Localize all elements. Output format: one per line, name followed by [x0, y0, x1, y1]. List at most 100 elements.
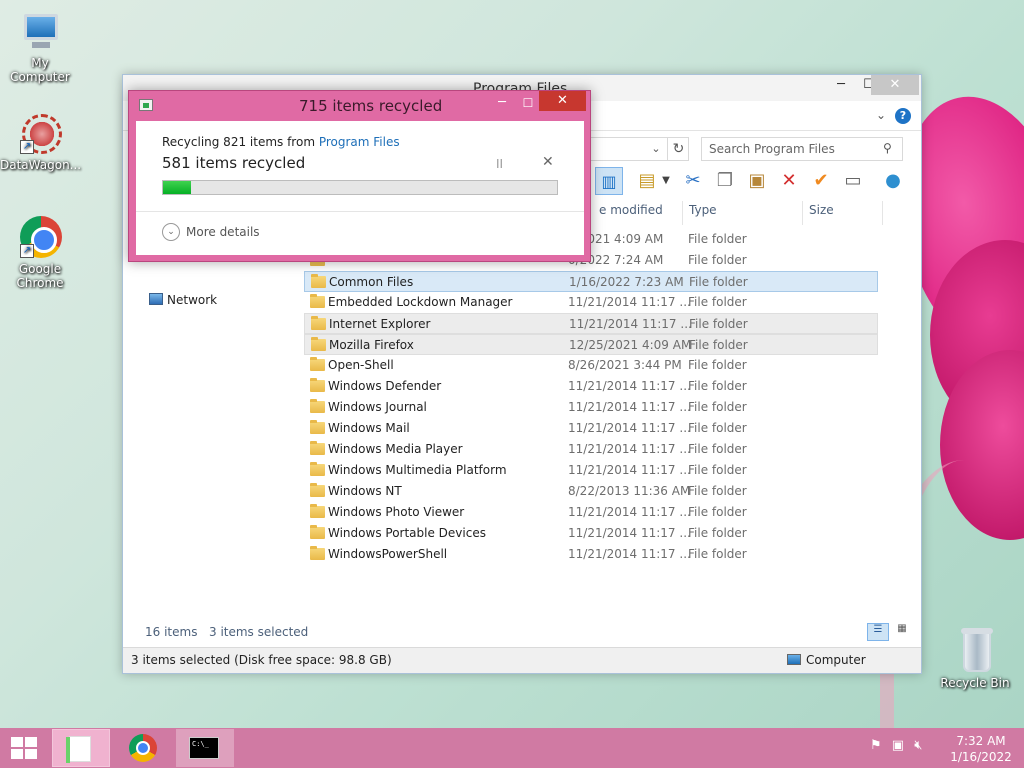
table-row[interactable]: Windows Portable Devices 11/21/2014 11:17… — [304, 523, 878, 544]
file-name: Internet Explorer — [329, 317, 431, 331]
table-row[interactable]: Windows Defender 11/21/2014 11:17 ... File… — [304, 376, 878, 397]
desktop-icon-recycle-bin[interactable]: Recycle Bin — [935, 628, 1015, 690]
action-center-flag-icon[interactable]: ⚑ — [870, 738, 882, 753]
chevron-down-icon[interactable]: ▼ — [659, 167, 673, 195]
more-details-button[interactable]: More details — [186, 225, 260, 239]
file-date: 11/21/2014 11:17 ... — [568, 463, 691, 477]
file-type: File folder — [689, 275, 748, 289]
column-header-type[interactable]: Type — [683, 201, 803, 225]
rename-icon[interactable]: ▭ — [839, 167, 867, 195]
properties-icon[interactable]: ▤ — [633, 167, 661, 195]
folder-icon — [310, 483, 325, 497]
folder-icon — [310, 357, 325, 371]
folder-icon — [310, 462, 325, 476]
search-input[interactable]: Search Program Files — [701, 137, 903, 161]
cut-icon[interactable]: ✂ — [679, 167, 707, 195]
minimize-button[interactable]: ─ — [827, 75, 855, 95]
pause-button[interactable]: II — [496, 157, 503, 171]
search-icon[interactable]: ⚲ — [883, 141, 892, 155]
folder-icon — [310, 399, 325, 413]
table-row[interactable]: Open-Shell 8/26/2021 3:44 PM File folder — [304, 355, 878, 376]
dialog-maximize-button[interactable]: ☐ — [515, 93, 541, 113]
dialog-description: Recycling 821 items from Program Files — [162, 135, 400, 149]
clock[interactable]: 7:32 AM 1/16/2022 — [946, 733, 1016, 765]
file-type: File folder — [688, 400, 747, 414]
folder-icon — [310, 525, 325, 539]
column-header-date[interactable]: e modified — [593, 201, 683, 225]
table-row[interactable]: Windows Journal 11/21/2014 11:17 ... File … — [304, 397, 878, 418]
table-row[interactable]: Internet Explorer 11/21/2014 11:17 ... Fil… — [304, 313, 878, 334]
status-location-label: Computer — [806, 653, 866, 667]
folder-icon — [310, 294, 325, 308]
desktop-icon-label: Google Chrome — [16, 262, 64, 290]
table-row[interactable]: Windows NT 8/22/2013 11:36 AM File folder — [304, 481, 878, 502]
expand-details-icon[interactable]: ⌄ — [162, 223, 180, 241]
folder-icon — [310, 420, 325, 434]
cancel-button[interactable]: ✕ — [542, 154, 554, 170]
delete-icon[interactable]: ✕ — [775, 167, 803, 195]
view-pane-icon[interactable]: ▥ — [595, 167, 623, 195]
dialog-minimize-button[interactable]: ─ — [489, 93, 515, 113]
desktop-icon-my-computer[interactable]: My Computer — [0, 10, 80, 84]
column-header-size[interactable]: Size — [803, 201, 883, 225]
details-view-icon[interactable]: ☰ — [867, 623, 889, 641]
selected-count: 3 items selected — [209, 625, 309, 639]
desktop-icon-datawagon[interactable]: ↗ DataWagon... — [0, 112, 82, 172]
globe-icon[interactable]: ● — [879, 167, 907, 195]
chevron-down-icon[interactable]: ⌄ — [876, 108, 886, 122]
table-row[interactable]: Common Files 1/16/2022 7:23 AM File folder — [304, 271, 878, 292]
file-name: Windows Mail — [328, 421, 410, 435]
system-tray: ⚑ ▣ 🔇︎ — [870, 738, 928, 753]
status-bar: 3 items selected (Disk free space: 98.8 … — [123, 647, 921, 673]
table-row[interactable]: Windows Mail 11/21/2014 11:17 ... File fol… — [304, 418, 878, 439]
clock-date: 1/16/2022 — [950, 750, 1012, 764]
nav-item-network[interactable]: Network — [149, 293, 217, 307]
clock-time: 7:32 AM — [956, 734, 1006, 748]
taskbar-notepad[interactable] — [52, 729, 110, 767]
taskbar-chrome[interactable] — [114, 729, 172, 767]
file-date: 11/21/2014 11:17 ... — [568, 442, 691, 456]
table-row[interactable]: WindowsPowerShell 11/21/2014 11:17 ... Fil… — [304, 544, 878, 565]
folder-icon — [311, 316, 326, 330]
table-row[interactable]: Windows Media Player 11/21/2014 11:17 ...… — [304, 439, 878, 460]
close-button[interactable]: ✕ — [871, 75, 919, 95]
table-row[interactable]: Windows Photo Viewer 11/21/2014 11:17 ...… — [304, 502, 878, 523]
windows-logo-icon — [11, 737, 37, 759]
command-prompt-icon: C:\_ — [189, 737, 219, 759]
file-date: 11/21/2014 11:17 ... — [569, 317, 692, 331]
file-type: File folder — [689, 338, 748, 352]
file-name: Windows Portable Devices — [328, 526, 486, 540]
folder-icon — [310, 378, 325, 392]
file-name: Open-Shell — [328, 358, 394, 372]
toolbar: ▥ ▤ ▼ ✂ ❐ ▣ ✕ ✔ ▭ ● — [593, 167, 913, 197]
dialog-description-prefix: Recycling 821 items from — [162, 135, 319, 149]
help-icon[interactable]: ? — [895, 108, 911, 124]
dialog-close-button[interactable]: ✕ — [539, 91, 586, 111]
check-icon[interactable]: ✔ — [807, 167, 835, 195]
desktop-icon-label: Recycle Bin — [940, 676, 1010, 690]
file-date: 11/21/2014 11:17 ... — [568, 505, 691, 519]
table-row[interactable]: Embedded Lockdown Manager 11/21/2014 11:1… — [304, 292, 878, 313]
desktop-icon-google-chrome[interactable]: ↗ Google Chrome — [0, 216, 80, 290]
divider — [136, 211, 584, 212]
file-type: File folder — [688, 253, 747, 267]
chrome-icon — [129, 734, 157, 762]
file-date: 11/21/2014 11:17 ... — [568, 379, 691, 393]
file-type: File folder — [688, 358, 747, 372]
copy-icon[interactable]: ❐ — [711, 167, 739, 195]
volume-muted-icon[interactable]: 🔇︎ — [914, 738, 922, 753]
source-folder-link[interactable]: Program Files — [319, 135, 400, 149]
network-icon[interactable]: ▣ — [892, 738, 904, 753]
desktop-icon-label: DataWagon... — [0, 158, 82, 172]
table-row[interactable]: Mozilla Firefox 12/25/2021 4:09 AM File fo… — [304, 334, 878, 355]
taskbar-command-prompt[interactable]: C:\_ — [176, 729, 234, 767]
table-row[interactable]: Windows Multimedia Platform 11/21/2014 11… — [304, 460, 878, 481]
address-dropdown-icon[interactable]: ⌄ — [647, 137, 665, 161]
large-icons-view-icon[interactable]: ▦ — [891, 623, 913, 641]
refresh-icon[interactable]: ↻ — [667, 137, 689, 161]
file-name: Windows Media Player — [328, 442, 463, 456]
recycle-dialog-icon — [139, 99, 153, 111]
paste-icon[interactable]: ▣ — [743, 167, 771, 195]
start-button[interactable] — [0, 728, 48, 768]
folder-icon — [310, 504, 325, 518]
